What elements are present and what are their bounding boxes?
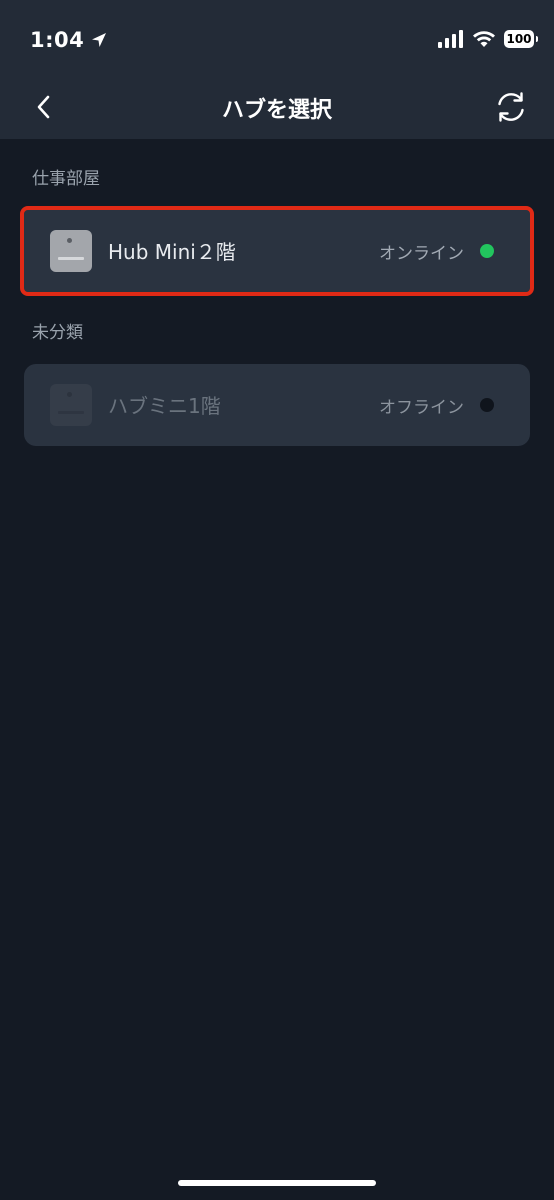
status-time: 1:04 [30,28,85,52]
online-status-dot [480,244,494,258]
refresh-icon[interactable] [494,90,528,124]
section-label-uncategorized: 未分類 [32,323,83,343]
section-label-workroom: 仕事部屋 [32,169,100,189]
hub-device-thumbnail [50,384,92,426]
location-arrow-icon [92,33,107,47]
hub-status-text: オフライン [379,398,464,418]
hub-item-hub-mini-1f[interactable]: ハブミニ1階 オフライン [24,364,530,446]
status-icons: 100 [438,30,538,48]
hub-name: ハブミニ1階 [108,394,221,418]
hub-item-hub-mini-2f[interactable]: Hub Mini２階 オンライン [20,206,534,296]
wifi-icon [473,31,495,47]
offline-status-dot [480,398,494,412]
hub-device-thumbnail [50,230,92,272]
cellular-signal-icon [438,30,463,48]
status-bar: 1:04 100 [0,0,554,80]
home-indicator[interactable] [178,1180,376,1186]
page-title: ハブを選択 [221,98,332,123]
hub-status-text: オンライン [379,244,464,264]
battery-level: 100 [506,32,532,46]
hub-name: Hub Mini２階 [108,240,236,264]
navigation-bar: ハブを選択 [0,80,554,139]
clock-group: 1:04 [30,28,108,52]
battery-icon: 100 [504,30,538,48]
